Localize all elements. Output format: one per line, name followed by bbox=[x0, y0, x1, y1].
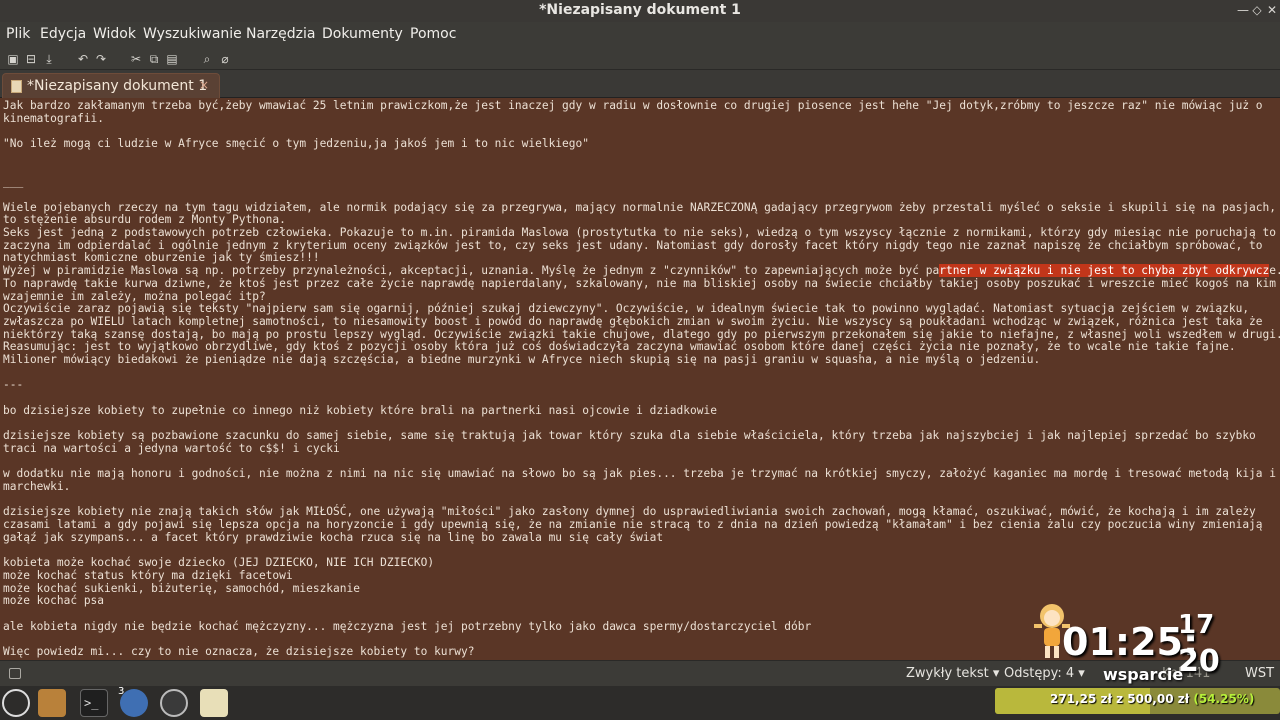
editor-line: gałąź jak szympans... a facet który praw… bbox=[3, 530, 664, 544]
new-document-icon[interactable]: ▣ bbox=[5, 51, 21, 67]
save-icon[interactable]: ⤓ bbox=[41, 51, 57, 67]
editor-line: Jak bardzo zakłamanym trzeba być,żeby wm… bbox=[3, 99, 1263, 112]
replace-icon[interactable]: ⌀ bbox=[217, 51, 233, 67]
editor-line: "No ileż mogą ci ludzie w Afryce smęcić … bbox=[3, 137, 589, 151]
editor-line: marchewki. bbox=[3, 480, 71, 493]
editor-line: Oczywiście zaraz pojawią się teksty "naj… bbox=[3, 302, 1250, 316]
selected-text: rtner w związku i nie jest to chyba zbyt… bbox=[939, 264, 1270, 278]
language-label: Zwykły tekst bbox=[906, 666, 989, 681]
editor-line: w dodatku nie mają honoru i godności, ni… bbox=[3, 467, 1276, 481]
menu-bar: Plik Edycja Widok Wyszukiwanie Narzędzia… bbox=[0, 22, 1280, 48]
window-title: *Niezapisany dokument 1 bbox=[539, 2, 741, 18]
menu-plik[interactable]: Plik bbox=[6, 26, 30, 42]
editor-line: ale kobieta nigdy nie będzie kochać mężc… bbox=[3, 619, 812, 633]
editor-line: może kochać status który ma dzięki facet… bbox=[3, 568, 293, 582]
editor-line: dzisiejsze kobiety są pozbawione szacunk… bbox=[3, 429, 1256, 443]
editor-line: kobieta może kochać swoje dziecko (JEJ D… bbox=[3, 556, 435, 570]
editor-line: Milioner mówiący biedakowi że pieniądze … bbox=[3, 353, 1041, 366]
editor-line: ___ bbox=[3, 175, 24, 189]
editor-line: Seks jest jedną z podstawowych potrzeb c… bbox=[3, 226, 1276, 239]
document-icon bbox=[11, 80, 22, 93]
editor-line: bo dzisiejsze kobiety to zupełnie co inn… bbox=[3, 403, 717, 417]
spacing-label: Odstępy: 4 bbox=[1004, 666, 1075, 681]
menu-narzedzia[interactable]: Narzędzia bbox=[246, 26, 315, 42]
redo-icon[interactable]: ↷ bbox=[93, 51, 109, 67]
tab-close-icon[interactable]: × bbox=[199, 78, 209, 92]
language-selector[interactable]: Zwykły tekst ▾ bbox=[906, 666, 999, 681]
support-label: wsparcie bbox=[1103, 665, 1184, 684]
title-bar: *Niezapisany dokument 1 — ◇ ✕ bbox=[0, 0, 1280, 22]
tab-label: *Niezapisany dokument 1 bbox=[27, 78, 208, 94]
copy-icon[interactable]: ⧉ bbox=[146, 51, 162, 67]
editor-line: kinematografii. bbox=[3, 111, 105, 125]
stream-timer-seconds-prev: 17 bbox=[1178, 610, 1215, 640]
insert-mode: WST bbox=[1245, 666, 1275, 681]
tab-bar: *Niezapisany dokument 1 × bbox=[0, 70, 1280, 98]
menu-dokumenty[interactable]: Dokumenty bbox=[322, 26, 403, 42]
text-editor-icon[interactable] bbox=[200, 689, 228, 717]
find-icon[interactable]: ⌕ bbox=[199, 51, 215, 67]
obs-icon[interactable] bbox=[160, 689, 188, 717]
terminal-icon[interactable]: >_ bbox=[80, 689, 108, 717]
donation-text: 271,25 zł z 500,00 zł (54.25%) bbox=[1050, 692, 1255, 706]
close-window-icon[interactable]: ✕ bbox=[1264, 3, 1280, 17]
editor-line: zwłaszcza po WIELU latach kompletnej sam… bbox=[3, 314, 1263, 328]
undo-icon[interactable]: ↶ bbox=[75, 51, 91, 67]
taskbar-badge: 3 bbox=[118, 686, 125, 697]
maximize-icon[interactable]: ◇ bbox=[1249, 3, 1265, 17]
files-icon[interactable] bbox=[38, 689, 66, 717]
menu-pomoc[interactable]: Pomoc bbox=[410, 26, 456, 42]
menu-edycja[interactable]: Edycja bbox=[40, 26, 86, 42]
menu-widok[interactable]: Widok bbox=[93, 26, 136, 42]
editor-line: Więc powiedz mi... czy to nie oznacza, ż… bbox=[3, 645, 475, 659]
paste-icon[interactable]: ▤ bbox=[164, 51, 180, 67]
editor-line: --- bbox=[3, 378, 24, 392]
editor-line: czasami latami a gdy pojawi się lepsza o… bbox=[3, 518, 1263, 532]
stream-timer-seconds: 20 bbox=[1178, 644, 1220, 679]
text-editor-area[interactable]: Jak bardzo zakłamanym trzeba być,żeby wm… bbox=[0, 98, 1280, 660]
side-panel-toggle-icon[interactable] bbox=[9, 668, 21, 679]
tab-width-selector[interactable]: Odstępy: 4 ▾ bbox=[1004, 666, 1085, 681]
editor-line: może kochać psa bbox=[3, 594, 105, 608]
toolbar: ▣ ⊟ ⤓ ↶ ↷ ✂ ⧉ ▤ ⌕ ⌀ bbox=[0, 48, 1280, 70]
editor-line: To naprawdę takie kurwa dziwne, że ktoś … bbox=[3, 276, 1276, 290]
tab-document[interactable]: *Niezapisany dokument 1 × bbox=[2, 73, 220, 98]
editor-line: traci na wartości a jedyna wartość to c$… bbox=[3, 441, 340, 455]
open-icon[interactable]: ⊟ bbox=[23, 51, 39, 67]
donation-goal-bar: 271,25 zł z 500,00 zł (54.25%) bbox=[995, 688, 1280, 714]
editor-line: Wyżej w piramidzie Maslowa są np. potrze… bbox=[3, 264, 1280, 278]
cut-icon[interactable]: ✂ bbox=[128, 51, 144, 67]
menu-wyszukiwanie[interactable]: Wyszukiwanie bbox=[143, 26, 242, 42]
menu-icon[interactable] bbox=[2, 689, 30, 717]
